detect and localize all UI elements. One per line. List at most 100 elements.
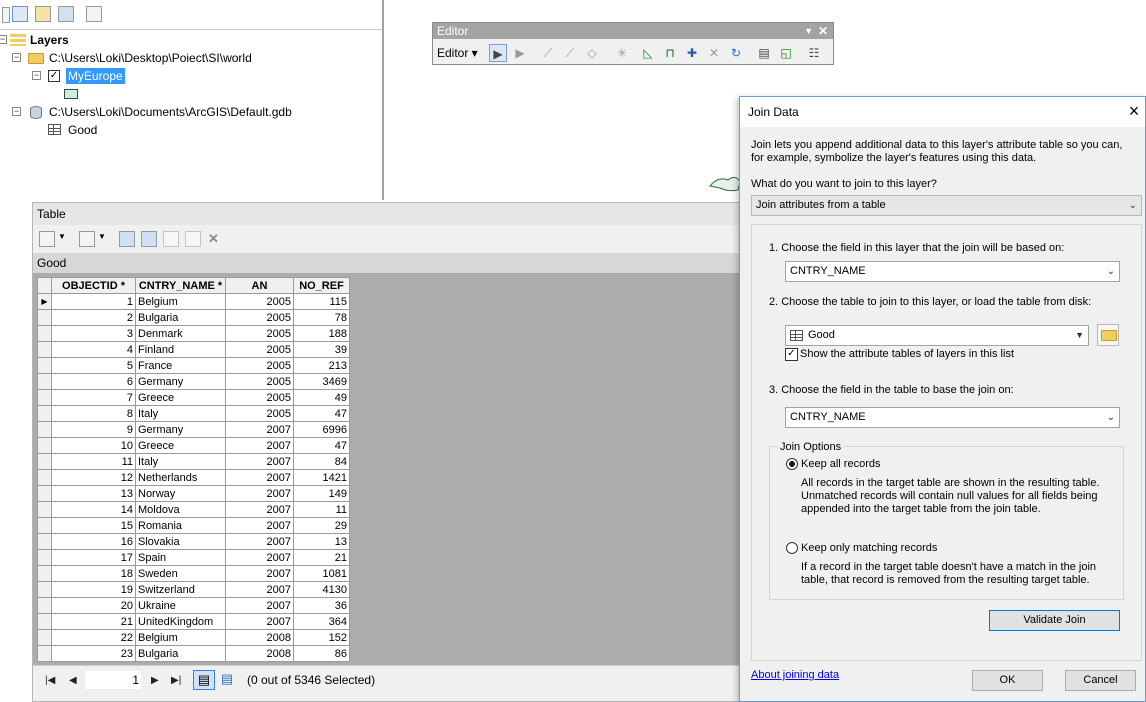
row-selector[interactable] bbox=[37, 325, 52, 342]
table-row[interactable]: 10 Greece 2007 47 bbox=[37, 437, 350, 454]
no-ref-cell[interactable]: 1081 bbox=[293, 565, 350, 582]
toc-item-label[interactable]: MyEurope bbox=[66, 68, 125, 84]
keep-all-records-label[interactable]: Keep all records bbox=[801, 458, 881, 471]
country-name-cell[interactable]: Belgium bbox=[135, 629, 226, 646]
row-selector[interactable] bbox=[37, 581, 52, 598]
row-selector[interactable] bbox=[37, 597, 52, 614]
edit-vertices-icon[interactable]: ◺ bbox=[639, 44, 657, 62]
row-selector[interactable] bbox=[37, 645, 52, 662]
zoom-to-selected-icon[interactable] bbox=[185, 231, 201, 247]
country-name-cell[interactable]: Belgium bbox=[135, 293, 226, 310]
editor-menu-button[interactable]: Editor ▾ bbox=[437, 44, 478, 62]
table-row[interactable]: 6 Germany 2005 3469 bbox=[37, 373, 350, 390]
validate-join-button[interactable]: Validate Join bbox=[989, 610, 1120, 631]
chevron-down-icon[interactable]: ▼ bbox=[98, 232, 106, 241]
no-ref-cell[interactable]: 84 bbox=[293, 453, 350, 470]
table-row[interactable]: 7 Greece 2005 49 bbox=[37, 389, 350, 406]
first-record-icon[interactable]: |◀ bbox=[45, 674, 55, 688]
table-row[interactable]: 17 Spain 2007 21 bbox=[37, 549, 350, 566]
show-attribute-tables-checkbox[interactable]: ✓ bbox=[785, 348, 798, 361]
year-cell[interactable]: 2005 bbox=[225, 357, 294, 374]
list-by-selection-icon[interactable] bbox=[58, 6, 74, 22]
current-record-input[interactable]: 1 bbox=[85, 671, 141, 689]
no-ref-cell[interactable]: 47 bbox=[293, 405, 350, 422]
no-ref-cell[interactable]: 86 bbox=[293, 645, 350, 662]
row-selector[interactable] bbox=[37, 565, 52, 582]
no-ref-cell[interactable]: 6996 bbox=[293, 421, 350, 438]
table-row[interactable]: 15 Romania 2007 29 bbox=[37, 517, 350, 534]
country-name-cell[interactable]: Bulgaria bbox=[135, 309, 226, 326]
no-ref-cell[interactable]: 11 bbox=[293, 501, 350, 518]
year-cell[interactable]: 2007 bbox=[225, 549, 294, 566]
country-name-cell[interactable]: Spain bbox=[135, 549, 226, 566]
objectid-cell[interactable]: 11 bbox=[51, 453, 136, 470]
year-cell[interactable]: 2007 bbox=[225, 421, 294, 438]
layer-field-select[interactable]: CNTRY_NAME ⌄ bbox=[785, 261, 1120, 282]
no-ref-cell[interactable]: 21 bbox=[293, 549, 350, 566]
year-cell[interactable]: 2005 bbox=[225, 373, 294, 390]
table-row[interactable]: 3 Denmark 2005 188 bbox=[37, 325, 350, 342]
objectid-cell[interactable]: 17 bbox=[51, 549, 136, 566]
create-features-icon[interactable]: ☷ bbox=[805, 44, 823, 62]
year-cell[interactable]: 2005 bbox=[225, 389, 294, 406]
objectid-cell[interactable]: 13 bbox=[51, 485, 136, 502]
row-selector[interactable] bbox=[37, 373, 52, 390]
objectid-cell[interactable]: 12 bbox=[51, 469, 136, 486]
row-selector[interactable] bbox=[37, 485, 52, 502]
row-selector[interactable] bbox=[37, 469, 52, 486]
browse-table-button[interactable] bbox=[1097, 324, 1119, 346]
year-cell[interactable]: 2007 bbox=[225, 437, 294, 454]
year-cell[interactable]: 2007 bbox=[225, 469, 294, 486]
country-name-cell[interactable]: Greece bbox=[135, 389, 226, 406]
collapse-icon[interactable]: − bbox=[0, 35, 7, 44]
close-icon[interactable]: × bbox=[1126, 102, 1142, 120]
show-selected-records-icon[interactable]: ▤ bbox=[217, 670, 237, 690]
switch-selection-icon[interactable] bbox=[141, 231, 157, 247]
country-name-cell[interactable]: Italy bbox=[135, 453, 226, 470]
table-row[interactable]: 19 Switzerland 2007 4130 bbox=[37, 581, 350, 598]
country-name-cell[interactable]: UnitedKingdom bbox=[135, 613, 226, 630]
row-selector[interactable] bbox=[37, 453, 52, 470]
row-selector[interactable] bbox=[37, 389, 52, 406]
objectid-cell[interactable]: 22 bbox=[51, 629, 136, 646]
objectid-cell[interactable]: 16 bbox=[51, 533, 136, 550]
about-joining-data-link[interactable]: About joining data bbox=[751, 669, 839, 681]
collapse-icon[interactable]: − bbox=[12, 53, 21, 62]
no-ref-cell[interactable]: 1421 bbox=[293, 469, 350, 486]
no-ref-cell[interactable]: 29 bbox=[293, 517, 350, 534]
toolbar-menu-icon[interactable]: ▼ bbox=[804, 23, 813, 39]
year-cell[interactable]: 2007 bbox=[225, 517, 294, 534]
no-ref-cell[interactable]: 78 bbox=[293, 309, 350, 326]
row-selector[interactable] bbox=[37, 517, 52, 534]
row-selector[interactable] bbox=[37, 341, 52, 358]
sketch-properties-icon[interactable]: ◱ bbox=[777, 44, 795, 62]
editor-toolbar-title[interactable]: Editor ▼ ✕ bbox=[433, 23, 833, 39]
objectid-cell[interactable]: 18 bbox=[51, 565, 136, 582]
objectid-cell[interactable]: 15 bbox=[51, 517, 136, 534]
table-row[interactable]: 14 Moldova 2007 11 bbox=[37, 501, 350, 518]
rotate-tool-icon[interactable]: ↻ bbox=[727, 44, 745, 62]
country-name-cell[interactable]: Ukraine bbox=[135, 597, 226, 614]
year-cell[interactable]: 2005 bbox=[225, 405, 294, 422]
table-row[interactable]: 21 UnitedKingdom 2007 364 bbox=[37, 613, 350, 630]
objectid-cell[interactable]: 9 bbox=[51, 421, 136, 438]
objectid-cell[interactable]: 2 bbox=[51, 309, 136, 326]
layer-symbol-swatch[interactable] bbox=[64, 89, 78, 99]
trace-tool-icon[interactable]: ◇ bbox=[583, 44, 601, 62]
join-field-select[interactable]: CNTRY_NAME ⌄ bbox=[785, 407, 1120, 428]
table-row[interactable]: 23 Bulgaria 2008 86 bbox=[37, 645, 350, 662]
year-cell[interactable]: 2007 bbox=[225, 581, 294, 598]
split-tool-icon[interactable]: ✕ bbox=[705, 44, 723, 62]
country-name-cell[interactable]: Germany bbox=[135, 421, 226, 438]
country-name-cell[interactable]: Bulgaria bbox=[135, 645, 226, 662]
objectid-cell[interactable]: 8 bbox=[51, 405, 136, 422]
objectid-cell[interactable]: 21 bbox=[51, 613, 136, 630]
year-cell[interactable]: 2007 bbox=[225, 501, 294, 518]
year-cell[interactable]: 2007 bbox=[225, 485, 294, 502]
no-ref-cell[interactable]: 47 bbox=[293, 437, 350, 454]
column-header[interactable]: NO_REF bbox=[293, 277, 350, 294]
delete-selected-icon[interactable]: ✕ bbox=[208, 231, 219, 247]
no-ref-cell[interactable]: 36 bbox=[293, 597, 350, 614]
next-record-icon[interactable]: ▶ bbox=[151, 674, 159, 688]
edit-annotation-tool-icon[interactable]: ▶ bbox=[511, 44, 529, 62]
